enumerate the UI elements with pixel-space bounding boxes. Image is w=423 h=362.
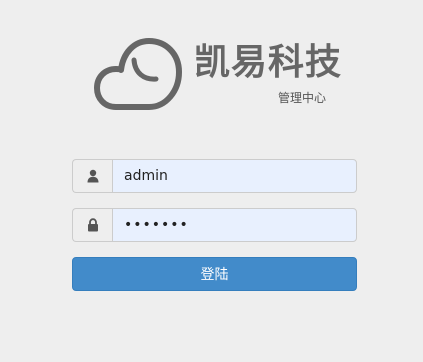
username-addon bbox=[72, 159, 112, 193]
brand-subtitle: 管理中心 bbox=[278, 91, 327, 105]
username-field bbox=[72, 159, 357, 193]
logo: 凯易科技 管理中心 bbox=[92, 34, 342, 114]
password-field bbox=[72, 208, 357, 242]
lock-icon bbox=[87, 218, 98, 232]
brand-name: 凯易科技 bbox=[194, 42, 343, 83]
login-button[interactable]: 登陆 bbox=[72, 257, 357, 291]
login-form: 登陆 bbox=[72, 159, 357, 291]
password-input[interactable] bbox=[112, 208, 357, 242]
username-input[interactable] bbox=[112, 159, 357, 193]
user-icon bbox=[87, 169, 98, 183]
password-addon bbox=[72, 208, 112, 242]
cloud-icon bbox=[94, 38, 182, 110]
